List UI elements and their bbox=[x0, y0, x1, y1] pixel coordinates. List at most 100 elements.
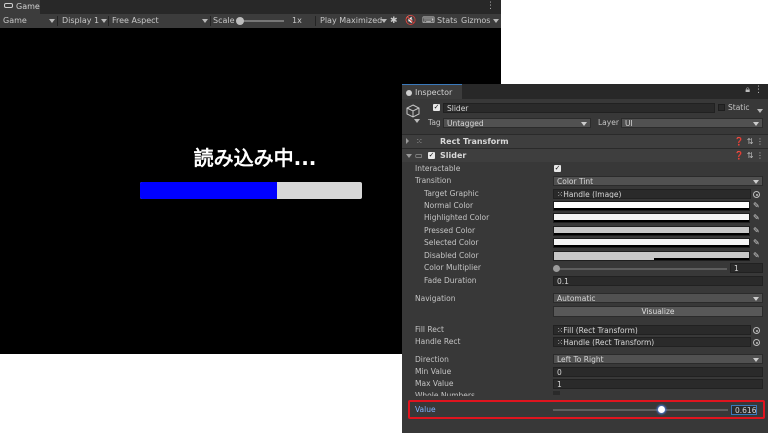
interactable-checkbox[interactable]: ✓ bbox=[554, 165, 561, 172]
transition-dropdown[interactable]: Color Tint bbox=[553, 176, 763, 186]
eyedropper-icon[interactable]: ✎ bbox=[753, 227, 761, 235]
slider-component-icon: ▭ bbox=[415, 151, 423, 160]
tab-game-label: Game bbox=[16, 2, 40, 11]
navigation-value: Automatic bbox=[557, 294, 596, 303]
chevron-down-icon bbox=[202, 19, 208, 23]
highlighted-color-swatch[interactable] bbox=[553, 213, 750, 223]
chevron-down-icon bbox=[753, 180, 759, 184]
kebab-menu-icon[interactable]: ⋮ bbox=[756, 137, 764, 146]
object-name-field[interactable]: Slider bbox=[443, 103, 715, 113]
tab-game[interactable]: Game bbox=[0, 0, 40, 14]
scale-value: 1x bbox=[292, 16, 302, 25]
rect-transform-header[interactable]: ⁙ Rect Transform ❓ ⇅ ⋮ bbox=[402, 134, 768, 148]
help-icon[interactable]: ❓ bbox=[734, 137, 744, 146]
slider-enabled-checkbox[interactable]: ✓ bbox=[428, 152, 435, 159]
value-row-highlight bbox=[408, 400, 765, 419]
pressed-color-swatch[interactable] bbox=[553, 226, 750, 236]
target-graphic-field[interactable]: ⁙Handle (Image) bbox=[553, 189, 751, 199]
visualize-button[interactable]: Visualize bbox=[553, 306, 763, 317]
direction-dropdown[interactable]: Left To Right bbox=[553, 354, 763, 364]
rect-transform-title: Rect Transform bbox=[440, 137, 509, 146]
active-checkbox[interactable]: ✓ bbox=[433, 104, 440, 111]
stats-button[interactable]: Stats bbox=[437, 14, 457, 28]
slider-component-title: Slider bbox=[440, 151, 467, 160]
info-icon bbox=[406, 89, 412, 96]
gizmos-dropdown[interactable]: Gizmos bbox=[461, 14, 499, 28]
whole-numbers-checkbox[interactable] bbox=[553, 391, 560, 395]
chevron-down-icon bbox=[753, 358, 759, 362]
fade-duration-label: Fade Duration bbox=[424, 276, 477, 285]
tag-dropdown[interactable]: Untagged bbox=[443, 118, 591, 128]
interactable-label: Interactable bbox=[415, 164, 461, 173]
color-multiplier-track[interactable] bbox=[557, 268, 727, 270]
disabled-color-swatch[interactable] bbox=[553, 251, 750, 261]
color-multiplier-field[interactable]: 1 bbox=[730, 263, 763, 273]
highlighted-color-label: Highlighted Color bbox=[424, 213, 490, 222]
object-picker-icon[interactable] bbox=[753, 191, 760, 198]
fill-rect-label: Fill Rect bbox=[415, 325, 444, 334]
selected-color-swatch[interactable] bbox=[553, 238, 750, 248]
object-picker-icon[interactable] bbox=[753, 339, 760, 346]
eyedropper-icon[interactable]: ✎ bbox=[753, 214, 761, 222]
play-mode-label: Play Maximized bbox=[320, 16, 383, 25]
navigation-label: Navigation bbox=[415, 294, 456, 303]
layer-label: Layer bbox=[598, 118, 619, 127]
normal-color-label: Normal Color bbox=[424, 201, 474, 210]
eyedropper-icon[interactable]: ✎ bbox=[753, 202, 761, 210]
gamepad-icon bbox=[4, 3, 13, 8]
kebab-menu-icon[interactable]: ⋮ bbox=[754, 85, 763, 95]
game-tab-bar: Game ⋮ bbox=[0, 0, 501, 15]
eyedropper-icon[interactable]: ✎ bbox=[753, 239, 761, 247]
kebab-menu-icon[interactable]: ⋮ bbox=[756, 151, 764, 160]
object-picker-icon[interactable] bbox=[753, 327, 760, 334]
color-multiplier-handle[interactable] bbox=[553, 265, 560, 272]
inspector-tab-bar: Inspector 🔒︎ ⋮ bbox=[402, 84, 768, 99]
handle-rect-field[interactable]: ⁙Handle (Rect Transform) bbox=[553, 337, 751, 347]
transition-label: Transition bbox=[415, 176, 452, 185]
display-dropdown-label: Display 1 bbox=[62, 16, 100, 25]
tag-value: Untagged bbox=[447, 119, 484, 128]
layer-dropdown[interactable]: UI bbox=[621, 118, 763, 128]
whole-numbers-label: Whole Numbers bbox=[415, 391, 475, 396]
static-checkbox[interactable] bbox=[718, 104, 725, 111]
normal-color-swatch[interactable] bbox=[553, 201, 750, 211]
kebab-menu-icon[interactable]: ⋮ bbox=[486, 1, 495, 11]
scale-slider-handle[interactable] bbox=[236, 17, 244, 25]
handle-rect-value: Handle (Rect Transform) bbox=[563, 338, 655, 347]
bug-icon[interactable]: ✱ bbox=[390, 14, 398, 28]
min-value-field[interactable]: 0 bbox=[553, 367, 763, 377]
fill-rect-field[interactable]: ⁙Fill (Rect Transform) bbox=[553, 325, 751, 335]
chevron-down-icon[interactable] bbox=[757, 106, 763, 115]
display-dropdown[interactable]: Display 1 bbox=[62, 14, 107, 28]
max-value-field[interactable]: 1 bbox=[553, 379, 763, 389]
mode-dropdown[interactable]: Game bbox=[3, 14, 55, 28]
chevron-right-icon[interactable] bbox=[406, 138, 409, 144]
loading-text: 読み込み中... bbox=[193, 146, 317, 170]
chevron-down-icon[interactable] bbox=[406, 154, 412, 158]
navigation-dropdown[interactable]: Automatic bbox=[553, 293, 763, 303]
tab-inspector-label: Inspector bbox=[415, 88, 453, 97]
min-value-label: Min Value bbox=[415, 367, 452, 376]
layer-value: UI bbox=[625, 119, 633, 128]
chevron-down-icon bbox=[753, 122, 759, 126]
tag-label: Tag bbox=[428, 118, 441, 127]
eyedropper-icon[interactable]: ✎ bbox=[753, 252, 761, 260]
play-mode-dropdown[interactable]: Play Maximized bbox=[320, 14, 387, 28]
help-icon[interactable]: ❓ bbox=[734, 151, 744, 160]
tab-inspector[interactable]: Inspector bbox=[402, 84, 462, 99]
scale-slider-track[interactable] bbox=[240, 20, 284, 22]
keyboard-icon[interactable]: ⌨ bbox=[422, 14, 435, 28]
chevron-down-icon[interactable] bbox=[414, 116, 420, 125]
preset-sliders-icon[interactable]: ⇅ bbox=[747, 151, 754, 160]
aspect-dropdown[interactable]: Free Aspect bbox=[112, 14, 208, 28]
component-header-icons: ❓ ⇅ ⋮ bbox=[734, 149, 764, 162]
progress-bar-fill bbox=[140, 182, 277, 199]
fade-duration-field[interactable]: 0.1 bbox=[553, 276, 763, 286]
preset-sliders-icon[interactable]: ⇅ bbox=[747, 137, 754, 146]
aspect-dropdown-label: Free Aspect bbox=[112, 16, 159, 25]
chevron-down-icon bbox=[101, 19, 107, 23]
mute-audio-icon[interactable]: 🔇 bbox=[405, 14, 416, 28]
lock-icon[interactable]: 🔒︎ bbox=[745, 85, 750, 95]
direction-value: Left To Right bbox=[557, 355, 604, 364]
slider-component-header[interactable]: ▭ ✓ Slider ❓ ⇅ ⋮ bbox=[402, 148, 768, 162]
